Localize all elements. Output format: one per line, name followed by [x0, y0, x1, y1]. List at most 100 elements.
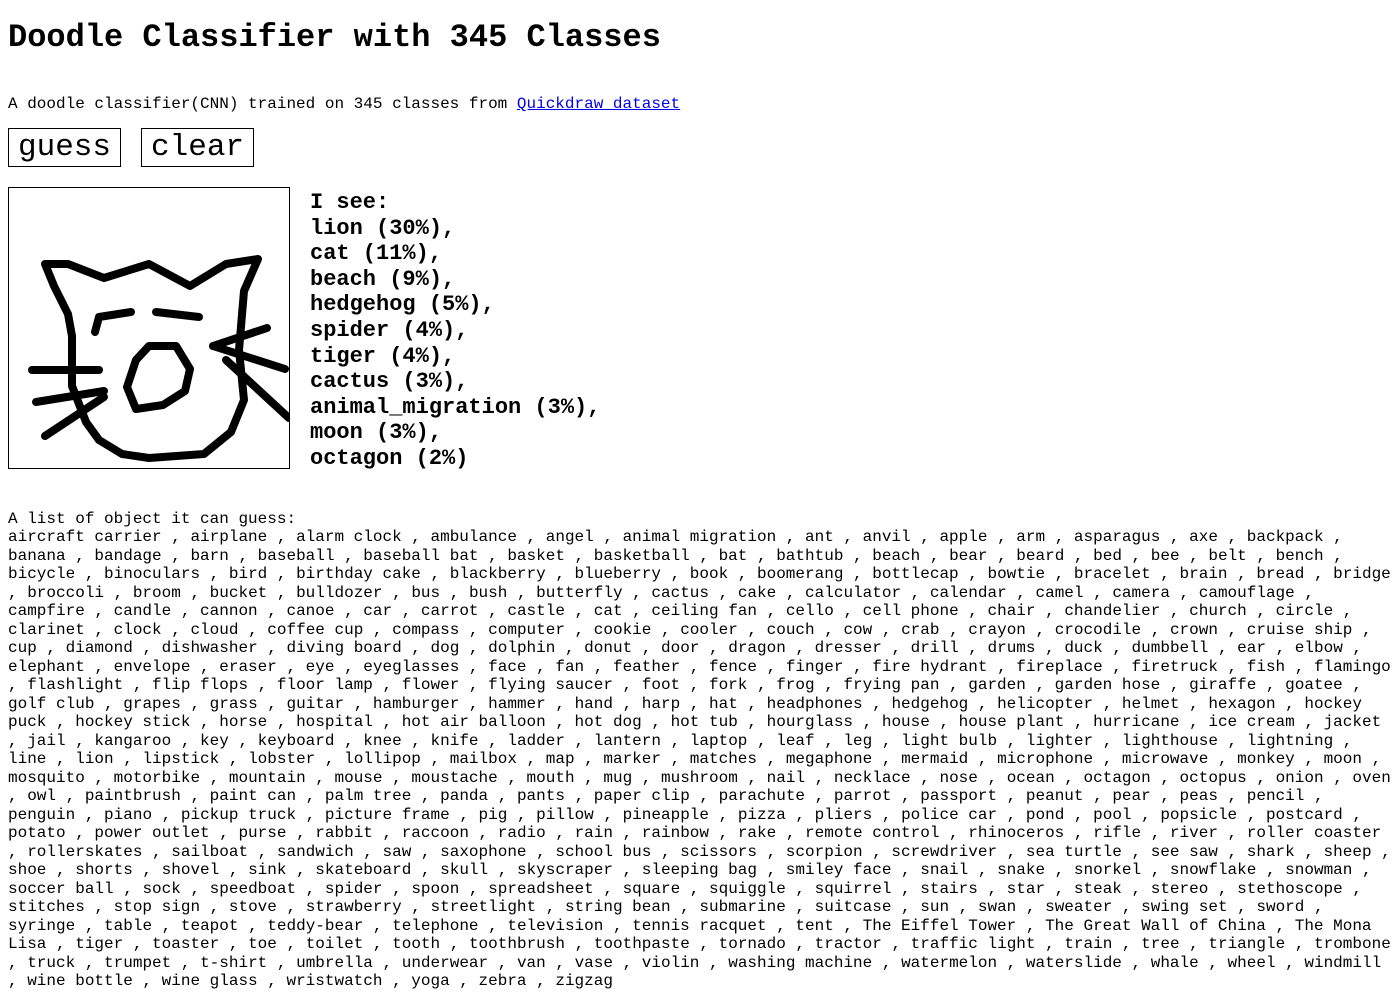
class-name: sweater: [1045, 898, 1113, 917]
class-name: chair: [987, 602, 1036, 621]
class-name: finger: [785, 657, 844, 676]
class-name: zigzag: [555, 972, 613, 991]
class-name: key: [200, 731, 229, 750]
class-name: square: [622, 879, 681, 898]
class-name: picture frame: [324, 805, 450, 824]
nose-stroke: [123, 342, 194, 413]
class-name: dishwasher: [161, 639, 258, 658]
class-name: scorpion: [785, 842, 863, 861]
class-name: broom: [132, 583, 181, 602]
class-name: baseball: [257, 546, 335, 565]
class-name: cactus: [651, 583, 709, 602]
class-name: compass: [392, 620, 460, 639]
class-name: eye: [305, 657, 335, 676]
class-name: stove: [228, 898, 277, 917]
class-name: cell phone: [862, 602, 959, 621]
class-name: grass: [209, 694, 258, 713]
class-name: popsicle: [1160, 805, 1238, 824]
class-name: snake: [997, 861, 1046, 880]
class-name: book: [689, 565, 729, 584]
class-name: see saw: [1150, 842, 1218, 861]
guess-button[interactable]: guess: [8, 128, 122, 167]
class-name: apple: [939, 528, 988, 547]
class-name: sheep: [1323, 842, 1372, 861]
class-name: toe: [248, 935, 277, 954]
drawing-canvas[interactable]: [8, 187, 293, 469]
class-name: beach: [872, 546, 921, 565]
class-name: mountain: [228, 768, 306, 787]
class-name: purse: [238, 824, 287, 843]
class-name: fish: [1246, 657, 1286, 676]
class-name: speedboat: [209, 879, 297, 898]
class-name: jacket: [1323, 713, 1382, 732]
class-name: wheel: [1227, 953, 1276, 972]
class-name: shovel: [161, 861, 220, 880]
class-name: cruise ship: [1246, 620, 1353, 639]
class-name: headphones: [766, 694, 863, 713]
class-name: cup: [8, 639, 37, 658]
class-name: pizza: [737, 805, 786, 824]
class-name: potato: [8, 824, 66, 843]
prediction-item: cactus (3%),: [310, 369, 469, 395]
class-name: crown: [1169, 620, 1218, 639]
class-name: blueberry: [574, 565, 661, 584]
class-list-heading: A list of object it can guess:: [8, 509, 297, 528]
class-name: asparagus: [1073, 528, 1161, 547]
class-name: crayon: [968, 620, 1026, 639]
class-name: trombone: [1313, 935, 1391, 954]
class-name: soccer ball: [8, 879, 114, 898]
class-name: mouse: [334, 768, 383, 787]
class-name: snowflake: [1169, 861, 1257, 880]
class-name: cat: [593, 602, 623, 621]
class-name: butterfly: [536, 583, 623, 602]
class-name: pond: [1025, 805, 1065, 824]
quickdraw-dataset-link[interactable]: Quickdraw dataset: [517, 95, 680, 113]
class-name: swan: [977, 898, 1017, 917]
class-name: van: [516, 953, 546, 972]
class-name: tractor: [814, 935, 882, 954]
class-name: flower: [401, 676, 460, 695]
class-name: pig: [478, 805, 508, 824]
class-name: matches: [689, 750, 758, 769]
class-name: line: [8, 750, 47, 769]
class-name: castle: [507, 602, 565, 621]
class-name: peanut: [1025, 787, 1084, 806]
class-name: lightning: [1246, 731, 1334, 750]
prediction-item: octagon (2%): [310, 445, 469, 471]
class-name: carrot: [420, 602, 479, 621]
clear-button[interactable]: clear: [141, 128, 255, 167]
class-name: snail: [920, 861, 969, 880]
class-name: The Eiffel Tower: [862, 916, 1017, 935]
class-name: tiger: [75, 935, 124, 954]
class-name: ambulance: [430, 528, 517, 547]
class-name: camera: [1112, 583, 1170, 602]
class-name: wine bottle: [27, 972, 133, 991]
doodle-drawing: [28, 255, 293, 462]
class-name: goatee: [1285, 676, 1343, 695]
class-name: house: [881, 713, 930, 732]
class-name: giraffe: [1189, 676, 1257, 695]
class-name: tent: [795, 916, 834, 935]
class-name: pear: [1112, 787, 1151, 806]
class-name: house plant: [958, 713, 1065, 732]
class-name: duck: [1064, 639, 1103, 658]
class-name: vase: [574, 953, 613, 972]
subtitle-text: A doodle classifier(CNN) trained on 345 …: [8, 95, 517, 113]
class-name: rain: [574, 824, 613, 843]
class-name: squiggle: [709, 879, 786, 898]
class-name: roller coaster: [1246, 824, 1382, 843]
class-name: teddy-bear: [267, 916, 364, 935]
prediction-item: spider (4%),: [310, 317, 469, 343]
class-name: bread: [1256, 565, 1305, 584]
class-name: lighter: [1025, 731, 1094, 750]
class-name: bulldozer: [296, 583, 383, 602]
class-name: cake: [737, 583, 777, 602]
class-name: stitches: [8, 898, 85, 917]
class-name: snowman: [1285, 861, 1353, 880]
class-name: dolphin: [488, 639, 556, 658]
class-name: sailboat: [171, 842, 249, 861]
class-name: syringe: [8, 916, 76, 935]
predictions-heading: I see:: [310, 190, 390, 215]
class-name: garden: [968, 676, 1026, 695]
class-name: animal migration: [622, 528, 777, 547]
